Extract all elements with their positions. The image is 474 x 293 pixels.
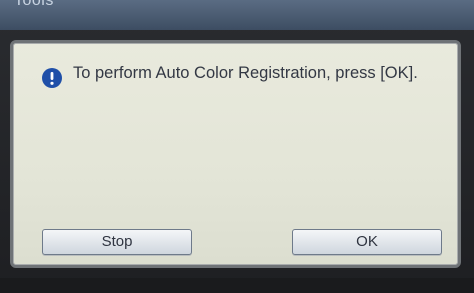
- message-text: To perform Auto Color Registration, pres…: [73, 64, 418, 82]
- dialog-message: To perform Auto Color Registration, pres…: [41, 63, 431, 89]
- stop-button[interactable]: Stop: [42, 229, 192, 255]
- window-title: Tools: [14, 0, 54, 9]
- title-bar: Tools: [0, 0, 474, 30]
- info-icon: [41, 67, 63, 89]
- device-screen: Tools To perform Auto Color Registration…: [0, 0, 474, 293]
- ok-button[interactable]: OK: [292, 229, 442, 255]
- screen-bezel: [0, 278, 474, 293]
- confirmation-dialog: To perform Auto Color Registration, pres…: [10, 40, 461, 268]
